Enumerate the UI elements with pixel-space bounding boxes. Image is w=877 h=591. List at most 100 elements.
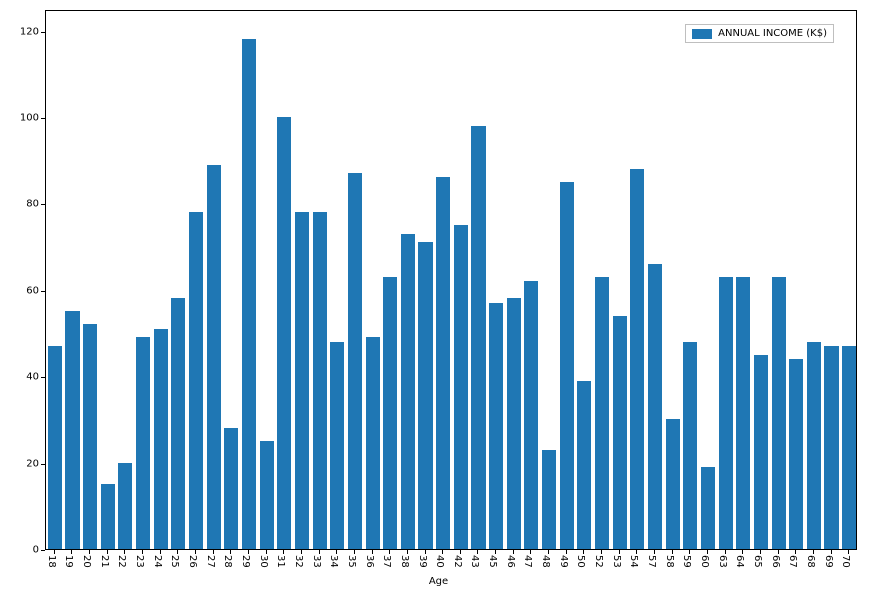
bar	[418, 242, 432, 549]
x-tick-label: 45	[487, 555, 498, 568]
y-tick-label: 40	[7, 372, 39, 383]
x-tick-label: 65	[752, 555, 763, 568]
x-tick-mark	[530, 550, 531, 554]
bar	[65, 311, 79, 549]
x-tick-mark	[195, 550, 196, 554]
bar	[136, 337, 150, 549]
x-tick-label: 23	[134, 555, 145, 568]
x-tick-mark	[71, 550, 72, 554]
x-tick-label: 64	[734, 555, 745, 568]
x-tick-label: 37	[381, 555, 392, 568]
legend: ANNUAL INCOME (K$)	[685, 24, 834, 43]
bar	[683, 342, 697, 549]
bar	[207, 165, 221, 549]
x-tick-mark	[407, 550, 408, 554]
x-tick-mark	[283, 550, 284, 554]
x-tick-label: 19	[63, 555, 74, 568]
x-tick-mark	[248, 550, 249, 554]
x-tick-label: 63	[717, 555, 728, 568]
x-tick-mark	[301, 550, 302, 554]
x-tick-label: 38	[399, 555, 410, 568]
x-tick-mark	[495, 550, 496, 554]
x-tick-mark	[160, 550, 161, 554]
y-tick-label: 0	[7, 545, 39, 556]
x-tick-mark	[672, 550, 673, 554]
bar	[789, 359, 803, 549]
x-tick-label: 32	[293, 555, 304, 568]
x-tick-label: 28	[222, 555, 233, 568]
x-tick-mark	[266, 550, 267, 554]
bar	[48, 346, 62, 549]
x-tick-label: 24	[152, 555, 163, 568]
axes-frame: ANNUAL INCOME (K$)	[45, 10, 857, 550]
x-tick-mark	[372, 550, 373, 554]
x-tick-label: 35	[346, 555, 357, 568]
x-tick-label: 30	[258, 555, 269, 568]
x-tick-label: 31	[275, 555, 286, 568]
y-tick-label: 100	[7, 113, 39, 124]
bar	[242, 39, 256, 549]
x-tick-mark	[54, 550, 55, 554]
x-tick-label: 34	[328, 555, 339, 568]
x-tick-label: 66	[770, 555, 781, 568]
x-tick-mark	[654, 550, 655, 554]
x-tick-mark	[336, 550, 337, 554]
x-tick-mark	[319, 550, 320, 554]
bar	[842, 346, 856, 549]
bar	[595, 277, 609, 549]
x-tick-mark	[813, 550, 814, 554]
bar	[524, 281, 538, 549]
y-tick-label: 60	[7, 285, 39, 296]
bar	[630, 169, 644, 549]
y-tick-label: 20	[7, 458, 39, 469]
bar-plot-area	[46, 11, 856, 549]
x-tick-mark	[619, 550, 620, 554]
x-tick-label: 33	[311, 555, 322, 568]
x-tick-mark	[425, 550, 426, 554]
bar	[401, 234, 415, 549]
x-tick-mark	[513, 550, 514, 554]
x-tick-mark	[389, 550, 390, 554]
bar	[313, 212, 327, 549]
x-tick-mark	[760, 550, 761, 554]
bar	[719, 277, 733, 549]
x-tick-label: 69	[823, 555, 834, 568]
x-tick-label: 68	[805, 555, 816, 568]
x-tick-label: 26	[187, 555, 198, 568]
x-tick-label: 60	[699, 555, 710, 568]
x-tick-mark	[725, 550, 726, 554]
x-tick-mark	[795, 550, 796, 554]
x-tick-mark	[689, 550, 690, 554]
x-tick-label: 27	[205, 555, 216, 568]
y-tick-label: 80	[7, 199, 39, 210]
legend-label: ANNUAL INCOME (K$)	[718, 28, 827, 39]
bar	[348, 173, 362, 549]
bar	[189, 212, 203, 549]
bar	[366, 337, 380, 549]
bar	[330, 342, 344, 549]
bar	[260, 441, 274, 549]
x-tick-label: 22	[116, 555, 127, 568]
y-tick-label: 120	[7, 26, 39, 37]
x-tick-mark	[124, 550, 125, 554]
x-tick-label: 42	[452, 555, 463, 568]
x-tick-label: 29	[240, 555, 251, 568]
x-tick-label: 43	[469, 555, 480, 568]
x-tick-mark	[460, 550, 461, 554]
x-tick-label: 36	[364, 555, 375, 568]
x-tick-mark	[742, 550, 743, 554]
x-tick-label: 18	[46, 555, 57, 568]
x-tick-label: 25	[169, 555, 180, 568]
bar	[454, 225, 468, 549]
x-tick-mark	[477, 550, 478, 554]
x-tick-mark	[142, 550, 143, 554]
x-tick-mark	[230, 550, 231, 554]
x-tick-mark	[107, 550, 108, 554]
x-tick-label: 58	[664, 555, 675, 568]
bar	[83, 324, 97, 549]
x-tick-mark	[442, 550, 443, 554]
bar	[118, 463, 132, 549]
x-tick-label: 50	[575, 555, 586, 568]
bar	[824, 346, 838, 549]
x-tick-mark	[848, 550, 849, 554]
